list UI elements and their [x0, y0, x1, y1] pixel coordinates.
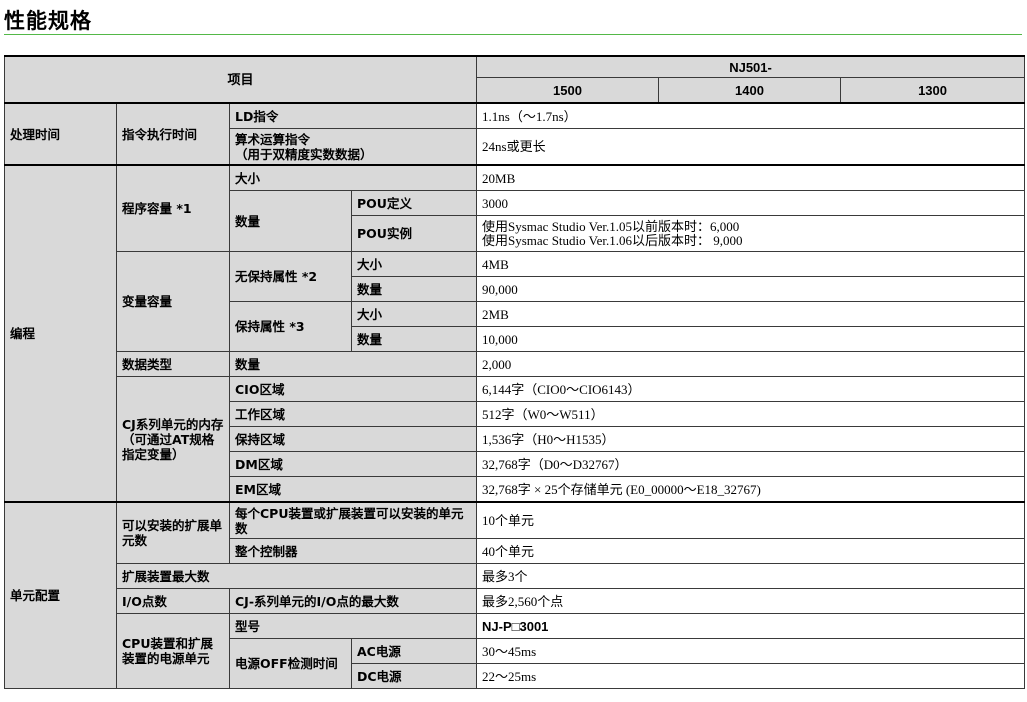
- label-cio-area: CIO区域: [228, 376, 478, 402]
- label-model: 型号: [228, 613, 478, 639]
- value-r-quantity: 10,000: [476, 326, 1026, 352]
- label-variable-capacity: 变量容量: [116, 251, 230, 352]
- value-pou-instance: 使用Sysmac Studio Ver.1.05以前版本时：6,000 使用Sy…: [476, 215, 1026, 252]
- label-cj-memory: CJ系列单元的内存（可通过AT规格指定变量）: [116, 376, 230, 503]
- value-data-type-quantity: 2,000: [476, 351, 1026, 377]
- value-io-max: 最多2,560个点: [476, 588, 1026, 614]
- label-work-area: 工作区域: [228, 401, 478, 427]
- label-power-off-detection: 电源OFF检测时间: [229, 638, 352, 689]
- label-arith-instruction: 算术运算指令 （用于双精度实数数据）: [228, 128, 478, 166]
- label-r-quantity: 数量: [350, 326, 478, 352]
- value-r-size: 2MB: [476, 301, 1026, 327]
- label-io-max: CJ-系列单元的I/O点的最大数: [228, 588, 478, 614]
- label-data-type-quantity: 数量: [228, 351, 478, 377]
- label-mountable-units: 可以安装的扩展单元数: [116, 501, 230, 564]
- section-unit-config: 单元配置: [4, 501, 117, 689]
- header-model: NJ501-: [476, 55, 1026, 78]
- label-io-points: I/O点数: [116, 588, 230, 614]
- value-model: NJ-P□3001: [476, 613, 1026, 639]
- value-dc-power: 22～25ms: [476, 663, 1026, 689]
- value-cio-area: 6,144字（CIO0～CIO6143）: [476, 376, 1026, 402]
- spec-table: 项目 NJ501- 1500 1400 1300 处理时间 指令执行时间 LD指…: [3, 55, 1026, 689]
- header-item: 项目: [3, 55, 478, 104]
- label-data-type: 数据类型: [116, 351, 230, 377]
- label-dc-power: DC电源: [350, 663, 478, 689]
- label-program-size: 大小: [228, 164, 478, 191]
- header-variant-1400: 1400: [658, 77, 842, 104]
- label-whole-controller: 整个控制器: [228, 538, 478, 564]
- label-power-unit: CPU装置和扩展装置的电源单元: [116, 613, 230, 689]
- value-per-cpu: 10个单元: [476, 501, 1026, 539]
- value-pou-definition: 3000: [476, 190, 1026, 216]
- value-work-area: 512字（W0～W511）: [476, 401, 1026, 427]
- section-processing-time: 处理时间: [4, 102, 117, 166]
- label-ac-power: AC电源: [350, 638, 478, 664]
- label-instruction-exec-time: 指令执行时间: [116, 102, 230, 166]
- label-nr-size: 大小: [350, 251, 478, 277]
- value-max-expansion: 最多3个: [476, 563, 1026, 589]
- value-em-area: 32,768字 × 25个存储单元 (E0_00000～E18_32767): [476, 476, 1026, 503]
- label-ld-instruction: LD指令: [228, 102, 478, 129]
- value-hold-area: 1,536字（H0～H1535）: [476, 426, 1026, 452]
- value-program-size: 20MB: [476, 164, 1026, 191]
- value-whole-controller: 40个单元: [476, 538, 1026, 564]
- section-programming: 编程: [4, 164, 117, 503]
- label-pou-definition: POU定义: [350, 190, 478, 216]
- value-dm-area: 32,768字（D0～D32767）: [476, 451, 1026, 477]
- label-dm-area: DM区域: [228, 451, 478, 477]
- label-program-capacity: 程序容量 *1: [116, 164, 230, 252]
- value-arith-instruction: 24ns或更长: [476, 128, 1026, 166]
- page-title: 性能规格: [4, 9, 92, 33]
- label-em-area: EM区域: [228, 476, 478, 503]
- label-hold-area: 保持区域: [228, 426, 478, 452]
- title-divider: [4, 34, 1022, 35]
- label-pou-instance: POU实例: [350, 215, 478, 252]
- label-retain: 保持属性 *3: [229, 301, 352, 352]
- label-program-quantity: 数量: [229, 190, 352, 252]
- value-nr-quantity: 90,000: [476, 276, 1026, 302]
- value-ld-instruction: 1.1ns（～1.7ns）: [476, 102, 1026, 129]
- label-max-expansion: 扩展装置最大数: [115, 563, 478, 589]
- header-variant-1300: 1300: [840, 77, 1026, 104]
- value-ac-power: 30～45ms: [476, 638, 1026, 664]
- value-nr-size: 4MB: [476, 251, 1026, 277]
- header-variant-1500: 1500: [476, 77, 660, 104]
- label-r-size: 大小: [350, 301, 478, 327]
- label-nr-quantity: 数量: [350, 276, 478, 302]
- label-non-retain: 无保持属性 *2: [229, 251, 352, 302]
- label-per-cpu: 每个CPU装置或扩展装置可以安装的单元数: [228, 501, 478, 539]
